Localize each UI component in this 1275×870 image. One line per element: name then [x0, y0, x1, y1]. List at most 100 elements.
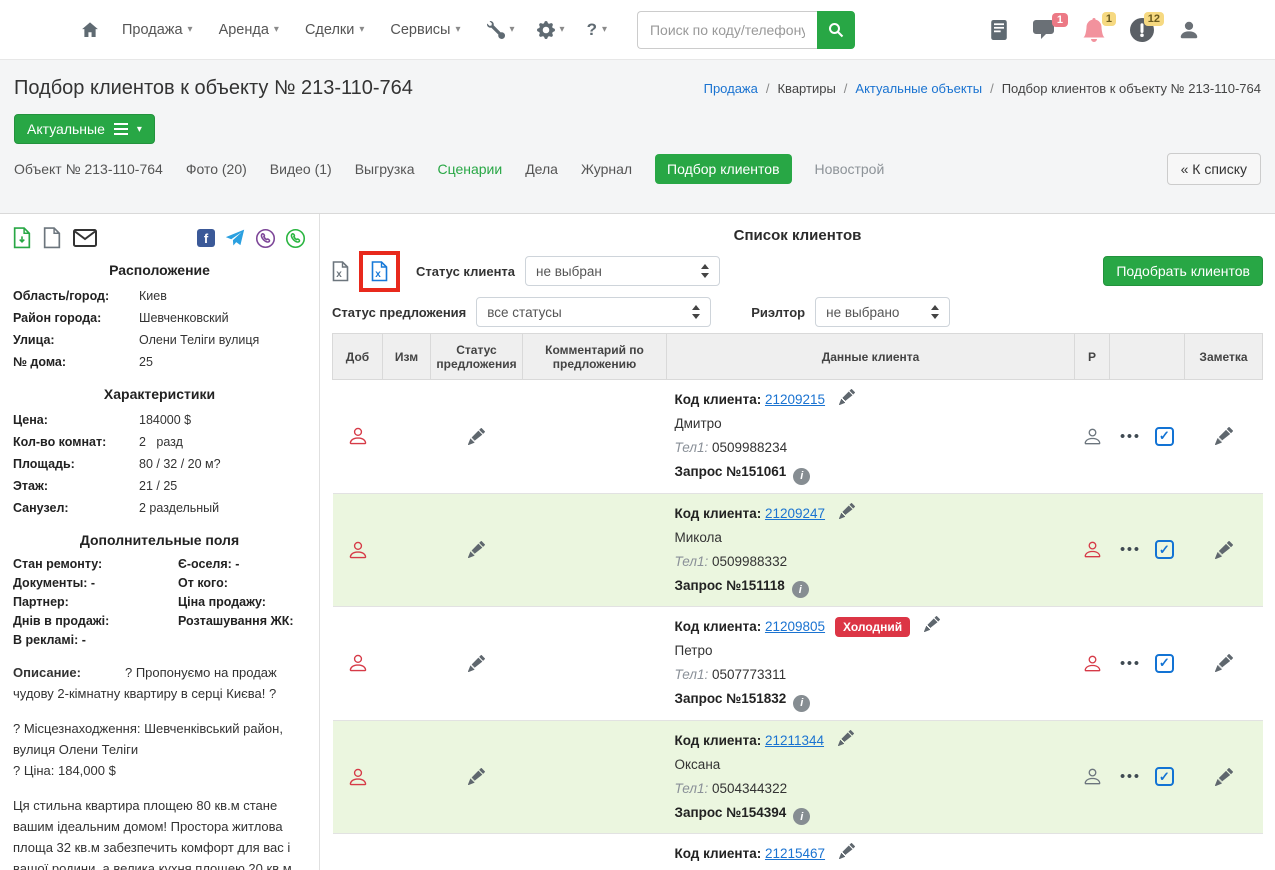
edit-client-icon[interactable] [838, 730, 854, 746]
offer-status-select[interactable]: все статусы [476, 297, 711, 327]
tab-item[interactable]: Выгрузка [355, 154, 415, 184]
info-icon[interactable]: i [793, 695, 810, 712]
client-status-select[interactable]: не выбран [525, 256, 720, 286]
info-icon[interactable]: i [793, 468, 810, 485]
more-actions-icon[interactable]: ••• [1120, 541, 1141, 557]
nav-menu-item[interactable]: Продажа ▾ [122, 22, 193, 38]
client-code-link[interactable]: 21209247 [765, 506, 825, 521]
tab-item[interactable]: Новострой [815, 154, 885, 184]
breadcrumb-item[interactable]: Продажа [704, 81, 758, 96]
client-code-link[interactable]: 21209215 [765, 392, 825, 407]
tools-menu[interactable]: ▾ [487, 21, 515, 39]
pdf-file-icon[interactable] [43, 227, 61, 249]
edit-offer-status-icon[interactable] [468, 428, 485, 445]
facebook-icon[interactable]: f [197, 229, 215, 247]
nav-menu-item[interactable]: Сделки ▾ [305, 22, 364, 38]
edit-note-icon[interactable] [1215, 654, 1233, 672]
edit-client-icon[interactable] [924, 616, 940, 632]
notifications-bell-icon[interactable]: 1 [1082, 18, 1106, 42]
edit-client-icon[interactable] [839, 389, 855, 405]
client-phone: Тел1: 0507773311 [675, 663, 1067, 687]
client-code-label: Код клиента: [675, 392, 762, 407]
add-client-icon[interactable] [347, 766, 369, 788]
info-icon[interactable]: i [793, 808, 810, 825]
chevron-down-icon: ▾ [188, 24, 193, 35]
select-checkbox[interactable]: ✓ [1155, 427, 1174, 446]
profile-icon[interactable] [1178, 19, 1200, 41]
select-checkbox[interactable]: ✓ [1155, 654, 1174, 673]
back-to-list-button[interactable]: « К списку [1167, 153, 1261, 185]
search-button[interactable] [817, 11, 855, 49]
client-code-link[interactable]: 21215467 [765, 846, 825, 861]
more-actions-icon[interactable]: ••• [1120, 427, 1141, 443]
add-client-icon[interactable] [347, 425, 369, 447]
export-file-green-icon[interactable] [13, 227, 31, 249]
export-xls-blue-icon[interactable]: x [371, 261, 388, 282]
svg-text:x: x [375, 269, 381, 280]
add-client-icon[interactable] [347, 652, 369, 674]
tab-item[interactable]: Видео (1) [270, 154, 332, 184]
tab-item[interactable]: Дела [525, 154, 558, 184]
tab-item[interactable]: Подбор клиентов [655, 154, 791, 184]
notifications-badge: 1 [1102, 12, 1116, 26]
realtor-person-icon[interactable] [1082, 653, 1103, 674]
edit-note-icon[interactable] [1215, 541, 1233, 559]
export-xls-icon[interactable]: x [332, 261, 349, 282]
pick-clients-button[interactable]: Подобрать клиентов [1103, 256, 1263, 286]
edit-client-icon[interactable] [839, 843, 855, 859]
section-title-additional: Дополнительные поля [13, 532, 306, 548]
additional-fields: Стан ремонту: Є-оселя: - Документы: - От… [13, 555, 306, 650]
edit-note-icon[interactable] [1215, 768, 1233, 786]
telegram-icon[interactable] [224, 228, 246, 248]
client-code-link[interactable]: 21209805 [765, 619, 825, 634]
tab-item[interactable]: Объект № 213-110-764 [14, 154, 163, 184]
help-menu[interactable]: ? ▾ [587, 20, 607, 40]
settings-menu[interactable]: ▾ [537, 21, 565, 39]
clients-list-title: Список клиентов [332, 227, 1263, 244]
object-description: Описание:? Пропонуємо на продаж чудову 2… [13, 662, 306, 870]
edit-offer-status-icon[interactable] [468, 541, 485, 558]
add-client-icon[interactable] [347, 539, 369, 561]
more-actions-icon[interactable]: ••• [1120, 768, 1141, 784]
email-icon[interactable] [73, 229, 97, 247]
tab-item[interactable]: Фото (20) [186, 154, 247, 184]
whatsapp-icon[interactable] [285, 228, 306, 249]
filters-bar: x x Статус клиента не выбран Статус пред… [332, 248, 1263, 327]
realtor-person-icon[interactable] [1082, 539, 1103, 560]
filter-label-realtor: Риэлтор [751, 305, 805, 320]
search-input[interactable] [637, 11, 817, 49]
breadcrumb-item: Подбор клиентов к объекту № 213-110-764 [982, 81, 1261, 96]
select-checkbox[interactable]: ✓ [1155, 540, 1174, 559]
info-icon[interactable]: i [792, 581, 809, 598]
journal-icon[interactable] [990, 20, 1008, 40]
home-icon[interactable] [80, 21, 100, 39]
client-request: Запрос №151118i [675, 574, 1067, 599]
tab-item[interactable]: Сценарии [437, 154, 502, 184]
alerts-icon[interactable]: 12 [1130, 18, 1154, 42]
breadcrumb-item: Квартиры [758, 81, 836, 96]
clients-table: Доб Изм Статус предложения Комментарий п… [332, 333, 1263, 870]
viber-icon[interactable] [255, 228, 276, 249]
messages-icon[interactable]: 1 [1032, 19, 1058, 41]
edit-note-icon[interactable] [1215, 427, 1233, 445]
realtor-person-icon[interactable] [1082, 766, 1103, 787]
col-client-data: Данные клиента [667, 334, 1075, 380]
edit-offer-status-icon[interactable] [468, 768, 485, 785]
property-row: Район города: Шевченковский [13, 307, 306, 329]
client-code-link[interactable]: 21211344 [765, 733, 824, 748]
status-dropdown-button[interactable]: Актуальные ▾ [14, 114, 155, 144]
chevron-down-icon: ▾ [137, 124, 142, 135]
nav-menu-item[interactable]: Сервисы ▾ [390, 22, 460, 38]
property-row: Область/город: Киев [13, 285, 306, 307]
edit-offer-status-icon[interactable] [468, 655, 485, 672]
realtor-person-icon[interactable] [1082, 426, 1103, 447]
nav-menu-item[interactable]: Аренда ▾ [219, 22, 279, 38]
section-title-characteristics: Характеристики [13, 386, 306, 402]
tab-item[interactable]: Журнал [581, 154, 632, 184]
edit-client-icon[interactable] [839, 503, 855, 519]
select-checkbox[interactable]: ✓ [1155, 767, 1174, 786]
property-row: Санузел: 2 раздельный [13, 497, 306, 519]
breadcrumb-item[interactable]: Актуальные объекты [836, 81, 982, 96]
more-actions-icon[interactable]: ••• [1120, 654, 1141, 670]
realtor-select[interactable]: не выбрано [815, 297, 950, 327]
